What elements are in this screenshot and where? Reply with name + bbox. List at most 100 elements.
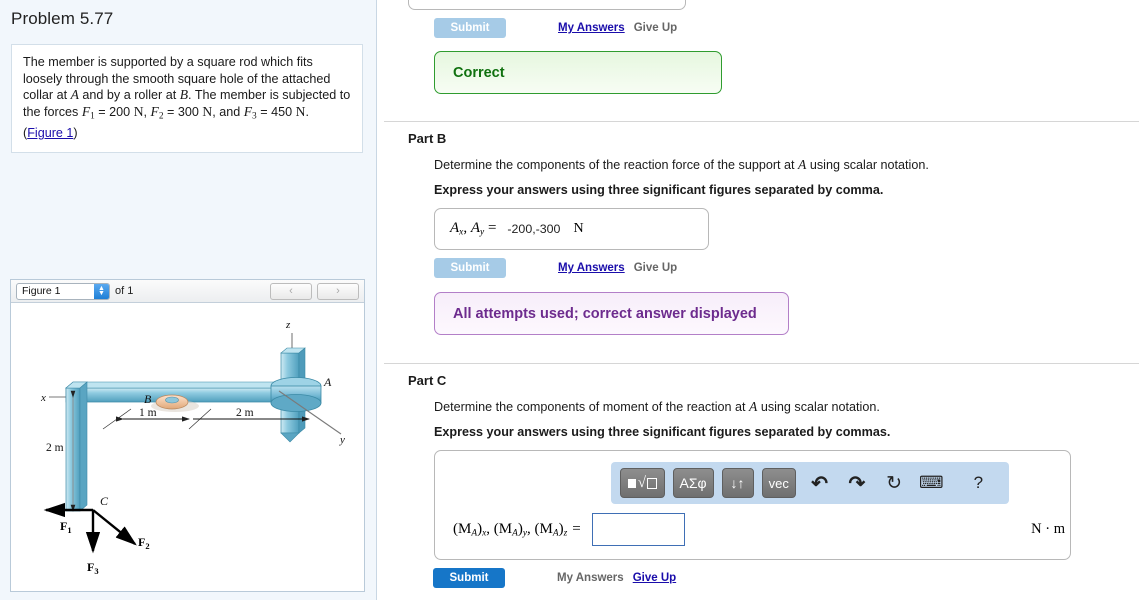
part-b-answer-box[interactable]: Ax, Ay = -200,-300 N	[434, 208, 709, 250]
part-c-answer-panel: √ ΑΣφ ↓↑ vec ↶ ↷ ↻ ⌨ ? (MA)x, (MA)y, (MA…	[434, 450, 1071, 560]
dimension-1m: 1 m	[139, 407, 157, 419]
dimension-2m-vertical: 2 m	[46, 442, 64, 454]
chevron-left-icon: ‹	[289, 285, 293, 297]
template-radical-button[interactable]: √	[620, 468, 665, 498]
part-c-answer-input[interactable]	[591, 513, 685, 546]
empty-square-icon	[646, 477, 657, 489]
radical-icon: √	[637, 474, 646, 491]
help-glyph: ?	[973, 473, 984, 492]
reset-icon[interactable]: ↻	[878, 468, 909, 498]
part-b-submit-button[interactable]: Submit	[434, 258, 506, 278]
part-b-equals: =	[484, 220, 497, 237]
assignment-content: Submit My Answers Give Up Correct Part B…	[378, 0, 1145, 600]
part-b-my-answers-link[interactable]: My Answers	[558, 262, 625, 274]
spinner-icon[interactable]: ▲ ▼	[94, 283, 109, 299]
filled-square-icon	[628, 478, 636, 488]
statement-text-4: = 200	[94, 104, 131, 119]
redo-glyph: ↷	[848, 472, 866, 495]
part-b-heading: Part B	[408, 131, 447, 146]
part-b-prompt: Determine the components of the reaction…	[434, 157, 1145, 173]
part-a-status-badge: Correct	[434, 51, 722, 94]
force-label-F3: F3	[87, 560, 99, 576]
reset-glyph: ↻	[886, 472, 902, 494]
mechanics-diagram-svg: z x A y B 1 m 2 m 2 m C F1 F3 F2	[40, 319, 345, 576]
figure-1-link[interactable]: Figure 1	[27, 126, 73, 140]
part-a-submit-button[interactable]: Submit	[434, 18, 506, 38]
part-a-my-answers-link[interactable]: My Answers	[558, 22, 625, 34]
part-c-prompt-after: using scalar notation.	[757, 400, 880, 414]
figure-navigation: ‹ ›	[270, 282, 359, 300]
vec-key-label: vec	[768, 475, 789, 491]
symbol-A: A	[70, 87, 79, 103]
part-b-give-up-link[interactable]: Give Up	[634, 262, 677, 274]
page-root: Problem 5.77 The member is supported by …	[0, 0, 1145, 600]
symbol-F2: F	[150, 103, 159, 119]
statement-text-6: = 300	[163, 104, 199, 119]
figure-select-dropdown[interactable]: Figure 1 ▲ ▼	[16, 282, 110, 300]
figure-select-value: Figure 1	[22, 285, 61, 297]
part-b-instruction: Express your answers using three signifi…	[434, 183, 884, 197]
keyboard-glyph: ⌨	[918, 473, 944, 492]
point-label-C: C	[100, 494, 109, 508]
part-c-instruction: Express your answers using three signifi…	[434, 425, 891, 439]
problem-statement: The member is supported by a square rod …	[11, 44, 363, 153]
part-c-body: Determine the components of moment of th…	[433, 399, 1145, 588]
part-c-submit-button[interactable]: Submit	[433, 568, 505, 588]
part-b-answer-label: Ax, Ay =	[450, 220, 496, 238]
page-title: Problem 5.77	[11, 9, 114, 28]
axis-label-y: y	[339, 434, 345, 446]
part-c-submit-label: Submit	[449, 572, 489, 584]
figure-toolbar: Figure 1 ▲ ▼ of 1 ‹ ›	[11, 280, 364, 303]
part-b-comma: ,	[463, 220, 471, 237]
part-c-MA-open-z: (M	[534, 520, 553, 537]
undo-icon[interactable]: ↶	[804, 468, 835, 498]
part-a-answer-box[interactable]	[408, 0, 686, 10]
point-label-A: A	[323, 375, 332, 389]
part-b-status-badge: All attempts used; correct answer displa…	[434, 292, 789, 335]
part-b-submit-label: Submit	[450, 262, 490, 274]
part-b-answer-value[interactable]: -200,-300	[507, 222, 560, 236]
part-c-answer-label: (MA)x, (MA)y, (MA)z =	[453, 520, 581, 539]
part-c-component-z: z	[563, 528, 568, 539]
arrows-icon: ↓↑	[730, 475, 745, 491]
part-b-body: Determine the components of the reaction…	[434, 157, 1145, 335]
part-a-submit-label: Submit	[450, 22, 490, 34]
symbol-B: B	[179, 87, 189, 103]
part-c-MA-open-x: (M	[453, 520, 472, 537]
part-a-give-up-link[interactable]: Give Up	[634, 22, 677, 34]
part-b-submit-row: Submit My Answers Give Up	[434, 258, 1145, 278]
next-figure-button[interactable]: ›	[317, 282, 359, 300]
help-icon[interactable]: ?	[963, 468, 994, 498]
figure-panel: Figure 1 ▲ ▼ of 1 ‹ › z x A y B 1 m 2 m …	[10, 279, 365, 592]
axis-label-z: z	[285, 319, 291, 331]
part-c-prompt: Determine the components of moment of th…	[434, 399, 1145, 415]
statement-text-10: )	[73, 126, 78, 140]
part-b-label-Ay: A	[470, 220, 481, 237]
arrows-button[interactable]: ↓↑	[721, 468, 754, 498]
divider-part-b	[384, 121, 1139, 122]
unit-N-3: N	[295, 103, 306, 119]
previous-figure-button[interactable]: ‹	[270, 282, 312, 300]
part-b-prompt-after: using scalar notation.	[806, 158, 929, 172]
divider-part-c	[384, 363, 1139, 364]
part-c-answer-unit: N · m	[1031, 521, 1065, 537]
chevron-right-icon: ›	[336, 285, 340, 297]
part-a-status-text: Correct	[453, 64, 505, 81]
keyboard-icon[interactable]: ⌨	[916, 468, 947, 498]
greek-symbols-button[interactable]: ΑΣφ	[672, 468, 714, 498]
part-c-equals: =	[572, 520, 581, 537]
statement-text-5: ,	[143, 104, 151, 119]
part-c-heading: Part C	[408, 373, 447, 388]
force-label-F1: F1	[60, 519, 72, 535]
part-c-give-up-link[interactable]: Give Up	[633, 572, 676, 584]
redo-icon[interactable]: ↷	[841, 468, 872, 498]
part-c-my-answers-link[interactable]: My Answers	[557, 572, 624, 584]
vector-button[interactable]: vec	[761, 468, 797, 498]
figure-image[interactable]: z x A y B 1 m 2 m 2 m C F1 F3 F2	[11, 303, 364, 591]
problem-sidebar: Problem 5.77 The member is supported by …	[0, 0, 377, 600]
part-b-status-text: All attempts used; correct answer displa…	[453, 305, 757, 322]
force-label-F2: F2	[138, 535, 150, 551]
math-input-toolbar: √ ΑΣφ ↓↑ vec ↶ ↷ ↻ ⌨ ?	[611, 462, 1009, 504]
dimension-2m-horizontal: 2 m	[236, 407, 254, 419]
part-c-prompt-before: Determine the components of moment of th…	[434, 400, 750, 414]
